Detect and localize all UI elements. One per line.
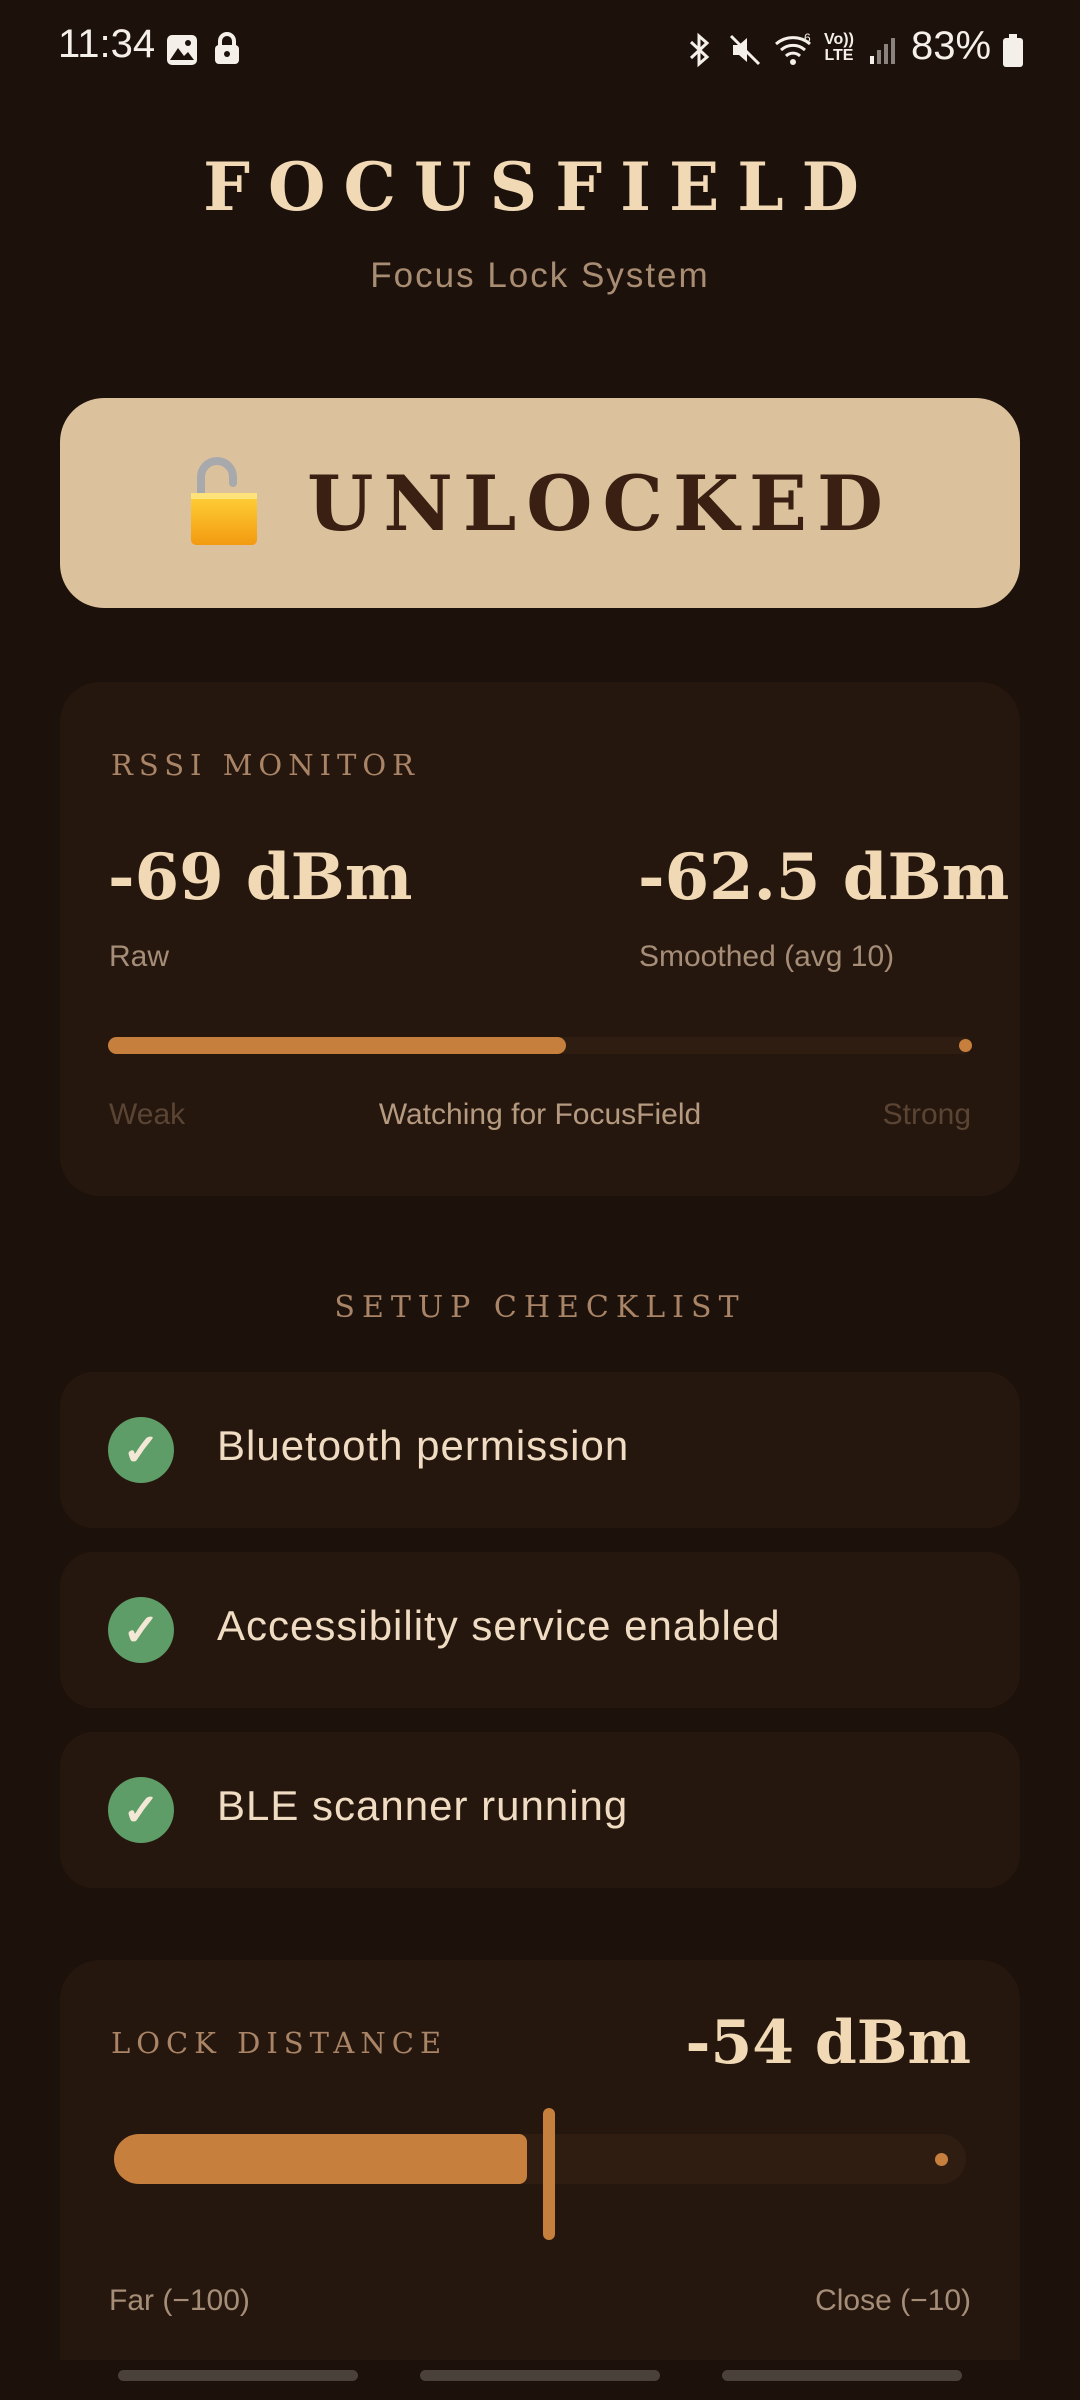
volte-top-text: Vo)) <box>824 31 854 48</box>
slider-thumb[interactable] <box>542 2108 555 2240</box>
check-icon: ✓ <box>108 1417 174 1483</box>
checklist-section-title: SETUP CHECKLIST <box>334 1290 746 1325</box>
signal-meter-fill <box>108 1037 566 1054</box>
check-icon: ✓ <box>108 1777 174 1843</box>
strong-label: Strong <box>882 1098 971 1131</box>
checklist-item-label: Accessibility service enabled <box>217 1602 781 1649</box>
rssi-monitor-card: RSSI MONITOR -69 dBm Raw -62.5 dBm Smoot… <box>60 682 1020 1196</box>
wifi-icon: 6 <box>772 30 816 75</box>
checklist-item-accessibility: ✓ Accessibility service enabled <box>60 1552 1020 1708</box>
volte-bottom-text: LTE <box>824 47 854 64</box>
signal-icon <box>868 34 898 71</box>
nav-back-pill[interactable] <box>118 2370 358 2381</box>
lock-icon <box>212 32 242 71</box>
lock-status-label: UNLOCKED <box>307 458 893 548</box>
volte-icon: Vo)) LTE <box>824 32 854 64</box>
slider-active-fill <box>114 2134 527 2184</box>
signal-meter-end-dot <box>959 1039 972 1052</box>
signal-meter-track <box>108 1037 972 1054</box>
nav-recents-pill[interactable] <box>722 2370 962 2381</box>
lock-distance-card: LOCK DISTANCE -54 dBm Far (−100) Close (… <box>60 1960 1020 2360</box>
checklist-item-label: BLE scanner running <box>217 1782 629 1829</box>
checklist-item-bluetooth: ✓ Bluetooth permission <box>60 1372 1020 1528</box>
raw-rssi-value: -69 dBm <box>108 840 413 915</box>
bluetooth-icon <box>684 32 714 73</box>
rssi-section-title: RSSI MONITOR <box>111 748 420 782</box>
lock-distance-value: -54 dBm <box>685 2008 971 2078</box>
nav-home-pill[interactable] <box>420 2370 660 2381</box>
battery-percent: 83% <box>911 24 992 68</box>
image-icon <box>166 34 198 71</box>
slider-end-dot <box>935 2153 948 2166</box>
lock-distance-slider[interactable] <box>114 2108 966 2240</box>
mute-icon <box>727 32 763 73</box>
smoothed-rssi-value: -62.5 dBm <box>638 840 1010 915</box>
status-time: 11:34 <box>58 22 156 66</box>
close-label: Close (−10) <box>815 2284 971 2317</box>
far-label: Far (−100) <box>109 2284 250 2317</box>
checklist-item-ble-scanner: ✓ BLE scanner running <box>60 1732 1020 1888</box>
watching-status-text: Watching for FocusField <box>378 1098 702 1131</box>
app-title: FOCUSFIELD <box>203 148 877 226</box>
raw-rssi-label: Raw <box>109 940 170 973</box>
checklist-item-label: Bluetooth permission <box>217 1422 630 1469</box>
lock-status-button[interactable]: UNLOCKED <box>60 398 1020 608</box>
lock-distance-section-title: LOCK DISTANCE <box>111 2026 448 2060</box>
smoothed-rssi-label: Smoothed (avg 10) <box>639 940 895 973</box>
svg-text:6: 6 <box>804 31 811 45</box>
battery-icon <box>1002 34 1024 73</box>
open-padlock-icon <box>187 455 261 552</box>
app-subtitle: Focus Lock System <box>370 256 710 295</box>
check-icon: ✓ <box>108 1597 174 1663</box>
